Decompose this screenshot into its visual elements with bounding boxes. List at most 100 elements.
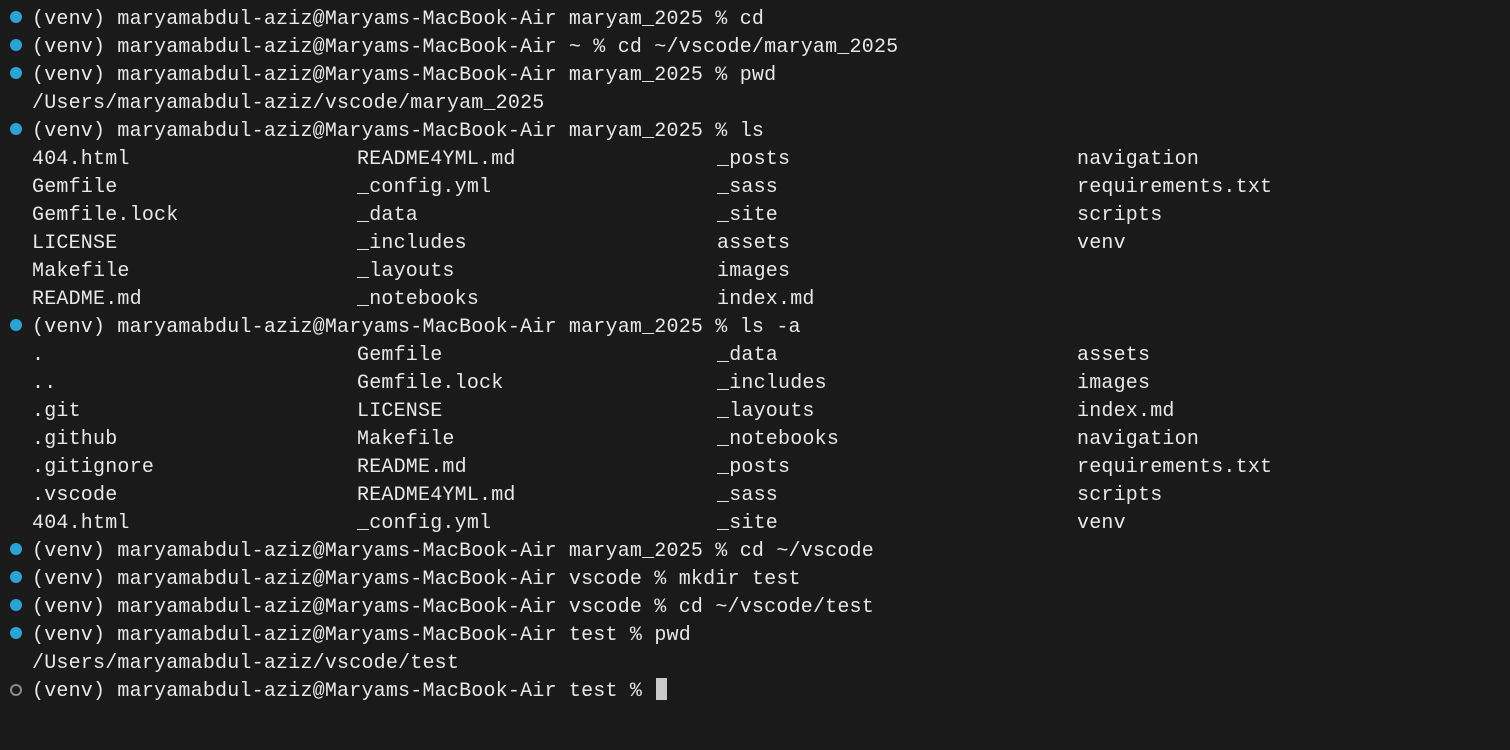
ls-item: .github <box>32 426 357 454</box>
command-text: mkdir test <box>679 568 801 591</box>
ls-item: _site <box>717 202 1077 230</box>
ls-item: _layouts <box>357 258 717 286</box>
ls-item: venv <box>1077 510 1510 538</box>
ls-row: ..Gemfile.lock_includesimages <box>32 370 1510 398</box>
ls-item: _site <box>717 510 1077 538</box>
command-text: ls <box>740 120 764 143</box>
status-success-icon <box>10 627 22 639</box>
ls-item: .vscode <box>32 482 357 510</box>
ls-item: _sass <box>717 482 1077 510</box>
command-line: (venv) maryamabdul-aziz@Maryams-MacBook-… <box>0 314 1510 342</box>
shell-prompt: (venv) maryamabdul-aziz@Maryams-MacBook-… <box>32 680 654 703</box>
ls-row: .gitignoreREADME.md_postsrequirements.tx… <box>32 454 1510 482</box>
ls-item: 404.html <box>32 146 357 174</box>
command-line: (venv) maryamabdul-aziz@Maryams-MacBook-… <box>0 62 1510 90</box>
ls-item <box>1077 258 1510 286</box>
ls-item: Makefile <box>32 258 357 286</box>
ls-item: .git <box>32 398 357 426</box>
shell-prompt: (venv) maryamabdul-aziz@Maryams-MacBook-… <box>32 568 679 591</box>
ls-item: README.md <box>357 454 717 482</box>
cursor[interactable] <box>656 678 667 700</box>
ls-item: _notebooks <box>357 286 717 314</box>
ls-row: Gemfile_config.yml_sassrequirements.txt <box>32 174 1510 202</box>
ls-item: images <box>717 258 1077 286</box>
ls-item: _includes <box>357 230 717 258</box>
ls-item: LICENSE <box>357 398 717 426</box>
ls-item: .. <box>32 370 357 398</box>
ls-item: scripts <box>1077 202 1510 230</box>
ls-item: scripts <box>1077 482 1510 510</box>
ls-item: _data <box>357 202 717 230</box>
status-success-icon <box>10 319 22 331</box>
command-text: pwd <box>654 624 691 647</box>
status-success-icon <box>10 39 22 51</box>
command-line: (venv) maryamabdul-aziz@Maryams-MacBook-… <box>0 622 1510 650</box>
status-success-icon <box>10 543 22 555</box>
command-text: cd ~/vscode/test <box>679 596 874 619</box>
command-text: ls -a <box>740 316 801 339</box>
command-line: (venv) maryamabdul-aziz@Maryams-MacBook-… <box>0 34 1510 62</box>
ls-item: _layouts <box>717 398 1077 426</box>
ls-item: . <box>32 342 357 370</box>
shell-prompt: (venv) maryamabdul-aziz@Maryams-MacBook-… <box>32 316 740 339</box>
command-line: (venv) maryamabdul-aziz@Maryams-MacBook-… <box>0 6 1510 34</box>
ls-row: Gemfile.lock_data_sitescripts <box>32 202 1510 230</box>
ls-item: assets <box>717 230 1077 258</box>
shell-prompt: (venv) maryamabdul-aziz@Maryams-MacBook-… <box>32 36 618 59</box>
ls-item: _notebooks <box>717 426 1077 454</box>
command-line: (venv) maryamabdul-aziz@Maryams-MacBook-… <box>0 538 1510 566</box>
status-success-icon <box>10 599 22 611</box>
ls-item: README.md <box>32 286 357 314</box>
status-success-icon <box>10 123 22 135</box>
ls-item: images <box>1077 370 1510 398</box>
ls-item: assets <box>1077 342 1510 370</box>
ls-row: .gitLICENSE_layoutsindex.md <box>32 398 1510 426</box>
ls-item: _data <box>717 342 1077 370</box>
ls-item: _includes <box>717 370 1077 398</box>
shell-prompt: (venv) maryamabdul-aziz@Maryams-MacBook-… <box>32 64 740 87</box>
command-line: (venv) maryamabdul-aziz@Maryams-MacBook-… <box>0 118 1510 146</box>
ls-row: LICENSE_includesassetsvenv <box>32 230 1510 258</box>
ls-item: navigation <box>1077 146 1510 174</box>
ls-row: 404.htmlREADME4YML.md_postsnavigation <box>32 146 1510 174</box>
command-text: cd ~/vscode <box>740 540 874 563</box>
ls-item: README4YML.md <box>357 482 717 510</box>
command-line: (venv) maryamabdul-aziz@Maryams-MacBook-… <box>0 566 1510 594</box>
ls-item: Gemfile <box>32 174 357 202</box>
command-text: pwd <box>740 64 777 87</box>
ls-item: Gemfile <box>357 342 717 370</box>
ls-item: index.md <box>717 286 1077 314</box>
ls-item: requirements.txt <box>1077 174 1510 202</box>
ls-row: README.md_notebooksindex.md <box>32 286 1510 314</box>
terminal-output[interactable]: (venv) maryamabdul-aziz@Maryams-MacBook-… <box>0 0 1510 706</box>
ls-item: _config.yml <box>357 174 717 202</box>
command-line: (venv) maryamabdul-aziz@Maryams-MacBook-… <box>0 678 1510 706</box>
ls-item: README4YML.md <box>357 146 717 174</box>
status-success-icon <box>10 67 22 79</box>
status-success-icon <box>10 571 22 583</box>
status-idle-icon <box>10 684 22 696</box>
shell-prompt: (venv) maryamabdul-aziz@Maryams-MacBook-… <box>32 624 654 647</box>
ls-item: _posts <box>717 146 1077 174</box>
ls-item: _config.yml <box>357 510 717 538</box>
shell-prompt: (venv) maryamabdul-aziz@Maryams-MacBook-… <box>32 596 679 619</box>
shell-prompt: (venv) maryamabdul-aziz@Maryams-MacBook-… <box>32 8 740 31</box>
ls-item: .gitignore <box>32 454 357 482</box>
ls-item: _sass <box>717 174 1077 202</box>
ls-row: .Gemfile_dataassets <box>32 342 1510 370</box>
output-text: /Users/maryamabdul-aziz/vscode/test <box>32 652 459 675</box>
status-success-icon <box>10 11 22 23</box>
shell-prompt: (venv) maryamabdul-aziz@Maryams-MacBook-… <box>32 540 740 563</box>
output-line: /Users/maryamabdul-aziz/vscode/maryam_20… <box>0 90 1510 118</box>
ls-item: Gemfile.lock <box>32 202 357 230</box>
ls-row: .vscodeREADME4YML.md_sassscripts <box>32 482 1510 510</box>
ls-item: 404.html <box>32 510 357 538</box>
shell-prompt: (venv) maryamabdul-aziz@Maryams-MacBook-… <box>32 120 740 143</box>
output-line: /Users/maryamabdul-aziz/vscode/test <box>0 650 1510 678</box>
command-text: cd <box>740 8 764 31</box>
ls-item: Gemfile.lock <box>357 370 717 398</box>
command-text: cd ~/vscode/maryam_2025 <box>618 36 899 59</box>
ls-item: Makefile <box>357 426 717 454</box>
ls-item: _posts <box>717 454 1077 482</box>
ls-row: Makefile_layoutsimages <box>32 258 1510 286</box>
